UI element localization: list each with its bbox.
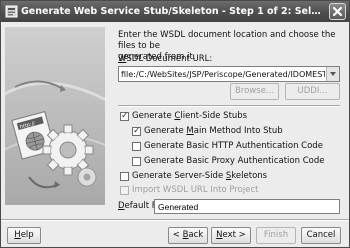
dropdown-arrow-icon xyxy=(330,72,336,76)
wsdl-url-combobox[interactable]: file:/C:/WebSites/JSP/Periscope/Generate… xyxy=(118,66,340,82)
browse-button[interactable]: Browse... xyxy=(230,83,279,100)
wsdl-dropdown-button[interactable] xyxy=(326,67,339,81)
main-method-label: Generate Main Method Into Stub xyxy=(144,126,283,136)
window-title: Generate Web Service Stub/Skeleton - Ste… xyxy=(21,6,321,17)
intro-line-1: Enter the WSDL document location and cho… xyxy=(118,30,336,51)
import-wsdl-label: Import WSDL URL Into Project xyxy=(132,185,259,195)
uddi-button[interactable]: UDDI... xyxy=(285,83,340,100)
title-bar[interactable]: Generate Web Service Stub/Skeleton - Ste… xyxy=(1,1,349,22)
proxy-auth-checkbox[interactable] xyxy=(132,157,141,166)
separator-bottom xyxy=(1,219,349,221)
proxy-auth-label: Generate Basic Proxy Authentication Code xyxy=(144,156,325,166)
http-auth-checkbox[interactable] xyxy=(132,142,141,151)
next-button[interactable]: Next > xyxy=(211,227,251,244)
close-icon xyxy=(332,6,343,17)
server-side-skeletons-label: Generate Server-Side Skeletons xyxy=(132,171,268,181)
client-side-stubs-checkbox[interactable] xyxy=(120,110,129,122)
wsdl-url-value: file:/C:/WebSites/JSP/Periscope/Generate… xyxy=(121,70,325,79)
close-button[interactable] xyxy=(329,3,346,20)
import-wsdl-checkbox[interactable] xyxy=(120,186,129,195)
main-method-checkbox[interactable] xyxy=(132,125,141,137)
default-package-input[interactable] xyxy=(154,199,340,214)
finish-button[interactable]: Finish xyxy=(256,227,296,244)
client-side-stubs-label: Generate Client-Side Stubs xyxy=(132,111,248,121)
wizard-illustration: http:// xyxy=(5,27,105,205)
help-button[interactable]: Help xyxy=(7,227,41,244)
wsdl-url-label: WSDL Document URL: xyxy=(118,54,213,64)
cancel-button[interactable]: Cancel xyxy=(301,227,341,244)
http-auth-label: Generate Basic HTTP Authentication Code xyxy=(144,141,323,151)
dialog-window: Generate Web Service Stub/Skeleton - Ste… xyxy=(0,0,350,248)
back-button[interactable]: < Back xyxy=(168,227,208,244)
server-side-skeletons-checkbox[interactable] xyxy=(120,172,129,181)
separator-top xyxy=(118,105,340,107)
app-icon xyxy=(5,5,18,18)
